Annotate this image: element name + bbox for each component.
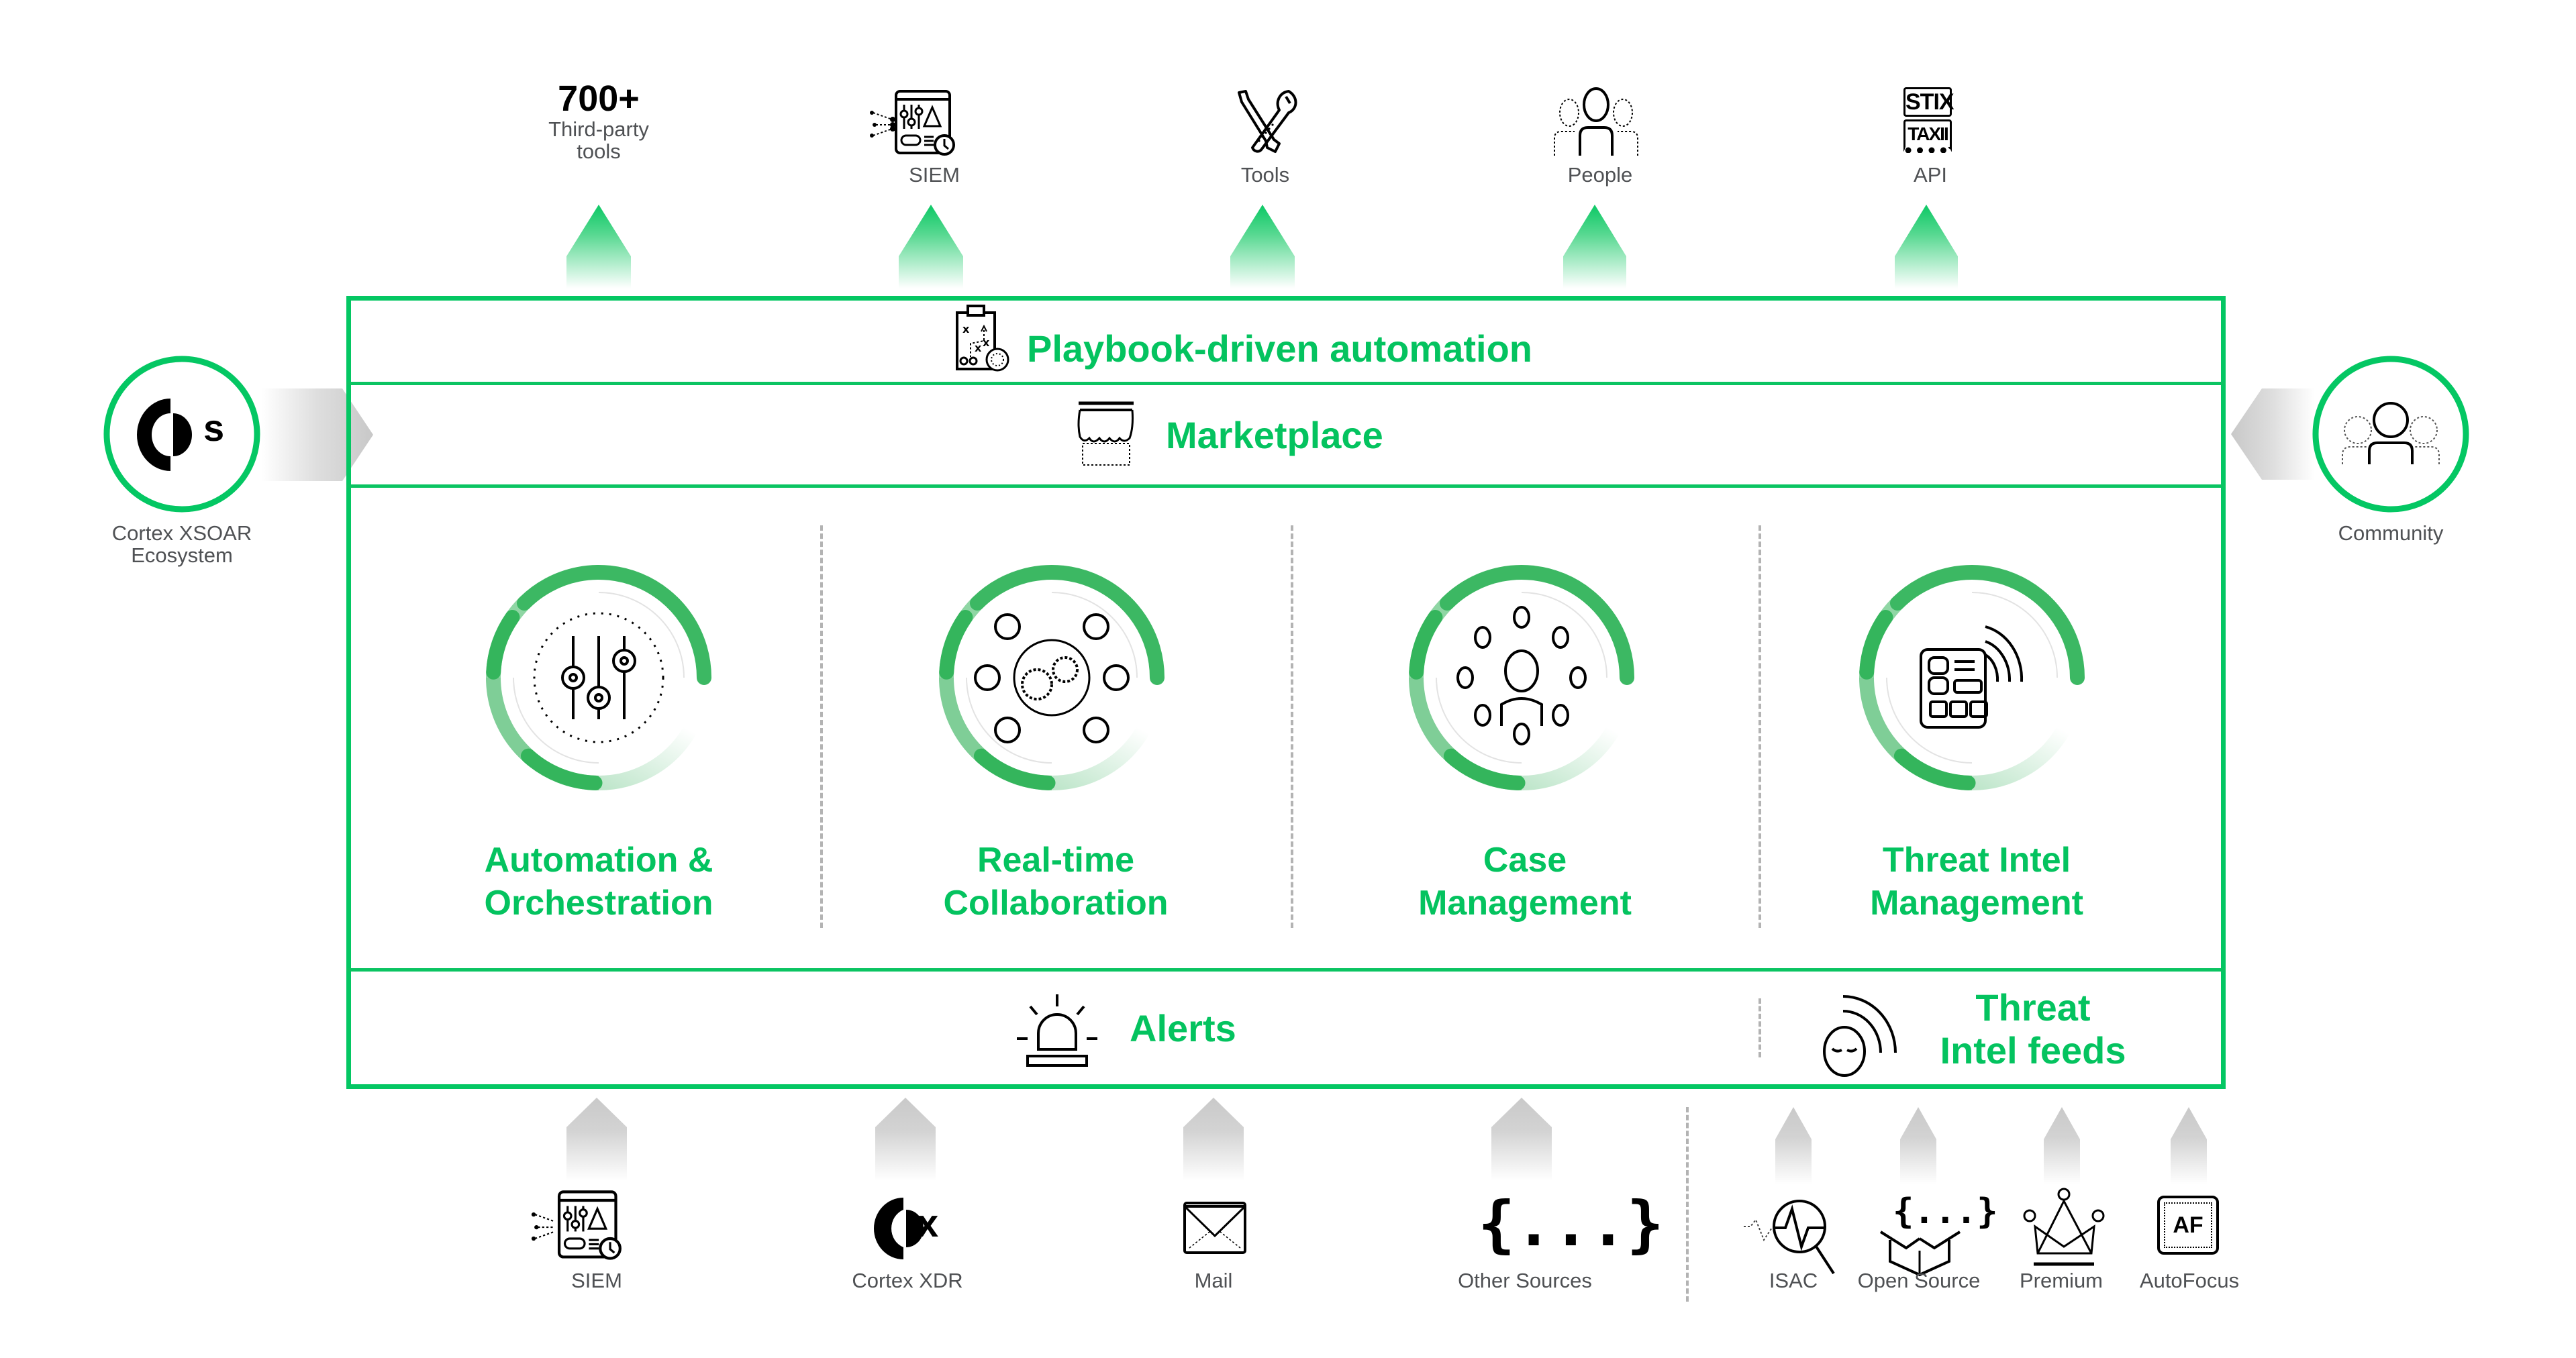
capability-gauge-1 [486,565,711,790]
input-arrow-autofocus [2171,1107,2207,1184]
capability-collaboration-line2: Collaboration [943,884,1169,923]
gauge-fade-arc [595,726,697,790]
capability-gauge-3 [1409,565,1634,790]
input-arrow-premium [2044,1107,2080,1184]
alerts-title: Alerts [1130,1007,1236,1049]
capability-threat-intel-title: Threat Intel Management [1870,839,2083,925]
threat-intel-feeds-title: Threat Intel feeds [1940,986,2126,1072]
capability-collaboration-title: Real-time Collaboration [943,839,1168,925]
bottom-isac-label: ISAC [1769,1269,1818,1292]
capability-case-title: Case Management [1418,839,1632,925]
capability-automation-line1: Automation & [484,841,713,880]
input-arrow-isac [1775,1107,1812,1184]
bottom-siem-icon [531,1190,622,1260]
bottom-other-sources-label: Other Sources [1458,1269,1592,1292]
capability-threat-intel-line1: Threat Intel [1882,841,2071,880]
siren-icon [1017,994,1097,1067]
gauge-accent-arc [1443,748,1526,790]
capability-threat-intel-line2: Management [1870,884,2083,923]
gauge-fade-arc [1518,726,1620,790]
bottom-premium-label: Premium [2019,1269,2103,1292]
cortex-xdr-logo-icon [874,1198,924,1259]
gauge-accent-arc [520,748,603,790]
bottom-cortex-xdr-label: Cortex XDR [852,1269,963,1292]
capability-case-line1: Case [1483,841,1567,880]
gauge-fade-arc [1048,726,1150,790]
bottom-autofocus-label: AutoFocus [2139,1269,2240,1292]
input-arrow-open-source [1900,1107,1936,1184]
threat-intel-dashboard-icon [1920,625,2024,729]
sliders-cycle-icon [533,612,664,743]
gauge-accent-arc [486,609,520,680]
cortex-xdr-letter: x [917,1202,939,1245]
person-network-icon [1456,606,1587,745]
capability-automation-title: Automation & Orchestration [485,839,713,925]
capability-case-line2: Management [1418,884,1632,923]
gauge-fade-arc [1968,726,2070,790]
gauge-accent-arc [939,609,973,680]
input-arrows [566,1098,2207,1184]
curly-braces-icon: {...} [1478,1188,1664,1260]
gauge-main-arc [1889,565,2085,685]
capability-gauge-4 [1859,565,2085,790]
capability-gauges [486,565,2085,790]
input-arrow-mail [1183,1098,1244,1181]
bottom-mail-label: Mail [1194,1269,1233,1292]
alerts-feeds-separator [1758,998,1761,1057]
bottom-siem-label: SIEM [571,1269,622,1292]
input-arrow-siem [566,1098,627,1181]
capability-collaboration-line1: Real-time [977,841,1135,880]
inputs-separator [1686,1107,1689,1302]
crown-icon [2023,1188,2105,1266]
threat-intel-feeds-line2: Intel feeds [1940,1029,2126,1072]
mail-envelope-icon [1183,1202,1246,1254]
gauge-accent-arc [973,748,1056,790]
input-arrow-other-sources [1491,1098,1552,1181]
gears-network-icon [974,613,1130,743]
gauge-accent-arc [1409,609,1443,680]
capability-gauge-2 [939,565,1165,790]
gauge-accent-arc [1859,609,1893,680]
gauge-main-arc [969,565,1165,685]
bottom-open-source-label: Open Source [1857,1269,1981,1292]
autofocus-af-icon: AF [2157,1196,2219,1255]
open-box-code-icon [1879,1231,1961,1277]
input-arrow-cortex-xdr [875,1098,936,1181]
gauge-accent-arc [1893,748,1976,790]
autofocus-af-text: AF [2164,1202,2212,1248]
hacker-signal-icon [1823,995,1897,1077]
capability-automation-line2: Orchestration [484,884,713,923]
isac-magnifier-pulse-icon [1744,1200,1835,1275]
threat-intel-feeds-line1: Threat [1975,986,2091,1029]
